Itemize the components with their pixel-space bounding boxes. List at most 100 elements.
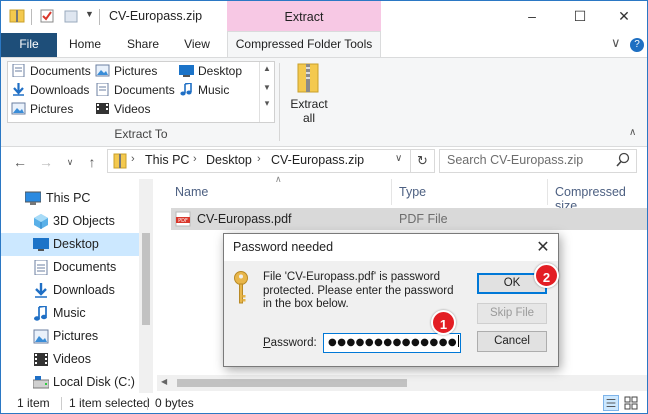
gallery-item-label: Documents [30,64,91,78]
zip-folder-icon [113,153,127,169]
ribbon-minimize-icon[interactable]: ∧ [629,127,636,138]
status-item-count: 1 item [17,396,50,410]
qat-dropdown-icon[interactable]: ▼ [85,9,94,19]
gallery-up-icon[interactable]: ▲ [260,64,274,73]
password-label-accesskey: P [263,337,271,349]
gallery-item-downloads[interactable]: Downloads [11,81,89,100]
dialog-message: File 'CV-Europass.pdf' is password prote… [263,271,454,310]
scroll-left-icon[interactable]: ◀ [161,377,167,386]
cancel-button[interactable]: Cancel [477,331,547,352]
skip-file-button[interactable]: Skip File [477,303,547,324]
column-header-type[interactable]: Type [399,185,426,199]
status-separator [61,397,62,410]
password-label: Password: [263,337,317,349]
breadcrumb-zip[interactable]: CV-Europass.zip [271,153,364,167]
minimize-button[interactable]: – [509,1,555,33]
address-dropdown-icon[interactable]: ∨ [395,153,402,164]
recent-locations-icon[interactable]: ∨ [61,153,79,171]
nav-item-local-disk[interactable]: Local Disk (C:) [1,371,139,394]
videos-icon [34,353,48,366]
refresh-icon[interactable]: ↻ [411,149,435,173]
gallery-item-videos[interactable]: Videos [95,100,150,119]
properties-icon[interactable] [39,8,55,24]
gallery-item-music[interactable]: Music [179,81,229,100]
new-folder-icon[interactable] [63,8,79,24]
text-cursor [458,335,460,347]
pdf-file-icon: PDF [175,211,191,227]
nav-item-label: 3D Objects [53,214,115,228]
forward-icon[interactable]: → [37,153,55,171]
nav-item-videos[interactable]: Videos [1,348,139,371]
large-icons-view-icon[interactable] [623,395,639,411]
gallery-item-pictures[interactable]: Pictures [11,100,73,119]
nav-item-this-pc[interactable]: This PC [1,187,139,210]
column-separator[interactable] [391,179,392,205]
breadcrumb-this-pc[interactable]: This PC [145,153,189,167]
extract-all-icon[interactable] [297,63,319,93]
nav-item-label: Music [53,306,86,320]
title-separator [31,9,32,25]
gallery-more-icon[interactable]: ▾ [260,98,274,109]
tab-file[interactable]: File [1,33,57,57]
gallery-item-desktop[interactable]: Desktop [179,62,242,81]
pictures-icon [95,64,110,77]
password-label-rest: assword: [270,337,317,349]
tab-compressed-folder-tools[interactable]: Compressed Folder Tools [227,31,381,58]
gallery-item-label: Pictures [30,102,74,116]
gallery-item-documents[interactable]: Documents [95,81,175,100]
close-button[interactable]: ✕ [601,1,647,33]
tab-view[interactable]: View [177,33,217,57]
extract-to-group-label: Extract To [114,127,168,141]
desktop-icon [179,65,194,77]
breadcrumb-separator-icon[interactable]: › [193,153,197,165]
gallery-item-label: Downloads [30,83,90,97]
breadcrumb-separator-icon[interactable]: › [257,153,261,165]
pictures-icon [33,329,49,344]
nav-item-3d-objects[interactable]: 3D Objects [1,210,139,233]
pictures-icon [11,102,26,115]
nav-item-downloads[interactable]: Downloads [1,279,139,302]
column-header-name[interactable]: Name [175,185,208,199]
dialog-close-button[interactable]: ✕ [533,237,553,257]
nav-item-label: Desktop [53,237,99,251]
gallery-item-label: Desktop [198,64,243,78]
extract-all-label-line1: Extract [290,97,328,111]
tab-share[interactable]: Share [121,33,165,57]
help-icon[interactable]: ? [630,38,644,52]
column-separator[interactable] [547,179,548,205]
gallery-item-label: Pictures [114,64,158,78]
downloads-icon [35,283,47,298]
nav-item-music[interactable]: Music [1,302,139,325]
search-icon[interactable] [615,152,631,168]
tab-home[interactable]: Home [63,33,107,57]
desktop-icon [33,238,49,251]
nav-item-label: Local Disk (C:) [53,375,135,389]
breadcrumb-separator-icon[interactable]: › [131,153,135,165]
back-icon[interactable]: ← [11,153,29,171]
window-title: CV-Europass.zip [109,9,203,23]
documents-icon [12,64,25,77]
password-value: ●●●●●●●●●●●●●● [328,337,458,348]
nav-item-pictures[interactable]: Pictures [1,325,139,348]
local-disk-icon [33,376,49,389]
ribbon-separator [279,63,280,141]
gallery-scroll[interactable]: ▲ ▼ ▾ [259,62,274,122]
ribbon-collapse-icon[interactable]: ∨ [611,35,621,51]
file-type: PDF File [399,212,448,226]
maximize-button[interactable]: ☐ [557,1,603,33]
gallery-item-label: Music [198,83,230,97]
nav-item-documents[interactable]: Documents [1,256,139,279]
documents-icon [96,83,109,96]
gallery-item-documents[interactable]: Documents [11,62,91,81]
nav-item-desktop[interactable]: Desktop [1,233,139,256]
gallery-down-icon[interactable]: ▼ [260,83,274,92]
breadcrumb-desktop[interactable]: Desktop [206,153,252,167]
horizontal-scroll-thumb[interactable] [177,379,407,387]
up-icon[interactable]: ↑ [83,153,101,171]
password-input[interactable]: ●●●●●●●●●●●●●● [323,333,461,353]
details-view-icon[interactable] [603,395,619,411]
nav-item-label: Documents [53,260,117,274]
nav-scroll-thumb[interactable] [142,233,150,325]
extract-all-button[interactable]: Extract all [283,97,335,125]
gallery-item-pictures[interactable]: Pictures [95,62,157,81]
